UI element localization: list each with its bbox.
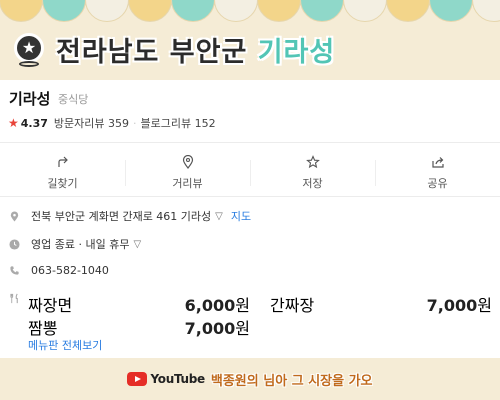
channel-name: 백종원의 님아 그 시장을 가오	[210, 373, 373, 389]
address-text: 전북 부안군 계화면 간재로 461 기라성	[31, 210, 212, 223]
scallop-circle	[171, 0, 215, 22]
place-card: 기라성 중식당 ★ 4.37 방문자리뷰 359 · 블로그리뷰 152 길찾기…	[0, 80, 500, 358]
chevron-down-icon[interactable]: ▽	[215, 211, 223, 222]
share-button[interactable]: 공유	[375, 150, 500, 196]
street-view-button[interactable]: 거리뷰	[125, 150, 250, 196]
phone-icon	[8, 264, 21, 277]
save-button[interactable]: 저장	[250, 150, 375, 196]
scallop-circle	[343, 0, 387, 22]
banner-title-region: 전라남도 부안군	[56, 37, 258, 68]
directions-label: 길찾기	[47, 177, 78, 190]
menu-item: 짬뽕 7,000원	[28, 315, 250, 339]
rating-row: ★ 4.37 방문자리뷰 359 · 블로그리뷰 152	[8, 115, 216, 131]
rating-value: 4.37	[20, 116, 48, 130]
menu-item: 짜장면 6,000원	[28, 292, 250, 316]
menu-item-price: 7,000	[426, 296, 478, 315]
blog-reviews-link[interactable]: 블로그리뷰 152	[141, 115, 216, 131]
directions-icon	[57, 156, 68, 167]
scallop-circle	[42, 0, 86, 22]
star-icon	[305, 155, 320, 169]
rating-star-icon: ★	[8, 116, 19, 130]
phone-row: 063-582-1040	[8, 264, 109, 277]
banner-title-restaurant: 기라성	[257, 37, 336, 68]
location-icon	[8, 210, 21, 223]
utensils-icon	[8, 292, 21, 305]
divider	[0, 142, 500, 143]
share-icon	[431, 157, 444, 168]
scallop-circle	[472, 0, 500, 22]
menu-item-name: 짜장면	[28, 296, 73, 315]
chevron-down-icon[interactable]: ▽	[133, 239, 141, 250]
youtube-wordmark: YouTube	[150, 372, 205, 386]
banner-title: 전라남도 부안군 기라성	[56, 30, 335, 69]
menu-item-price: 6,000	[184, 296, 236, 315]
youtube-logo: YouTube	[127, 372, 205, 386]
scallop-circle	[300, 0, 344, 22]
menu-item: 간짜장 7,000원	[270, 292, 492, 316]
scallop-circle	[386, 0, 430, 22]
banner-title-row: ★ 전라남도 부안군 기라성	[10, 30, 335, 69]
menu-item-name: 짬뽕	[28, 319, 58, 338]
separator: ·	[133, 116, 137, 130]
place-category: 중식당	[58, 93, 89, 106]
scallop-circle	[214, 0, 258, 22]
banner: ★ 전라남도 부안군 기라성	[0, 0, 500, 80]
hours-row: 영업 종료 · 내일 휴무 ▽	[8, 236, 141, 252]
menu-item-unit: 원	[235, 319, 250, 338]
street-view-label: 거리뷰	[172, 177, 203, 190]
menu-item-price: 7,000	[184, 319, 236, 338]
share-label: 공유	[427, 177, 448, 190]
visitor-reviews-link[interactable]: 방문자리뷰 359	[54, 115, 129, 131]
map-pin-star-icon: ★	[10, 31, 48, 69]
divider	[0, 196, 500, 197]
map-link[interactable]: 지도	[231, 208, 251, 224]
scallop-circle	[257, 0, 301, 22]
menu-item-name: 간짜장	[270, 296, 315, 315]
scallop-border	[0, 0, 500, 22]
phone-number[interactable]: 063-582-1040	[31, 264, 109, 277]
menu-item-unit: 원	[235, 296, 250, 315]
menu-item-unit: 원	[477, 296, 492, 315]
address-row: 전북 부안군 계화면 간재로 461 기라성 ▽ 지도	[8, 208, 251, 224]
directions-button[interactable]: 길찾기	[0, 150, 125, 196]
scallop-circle	[85, 0, 129, 22]
youtube-play-icon	[127, 372, 148, 386]
location-pin-icon	[182, 155, 193, 169]
save-label: 저장	[302, 177, 323, 190]
full-menu-link[interactable]: 메뉴판 전체보기	[28, 337, 102, 353]
scallop-circle	[128, 0, 172, 22]
action-bar: 길찾기 거리뷰 저장 공유	[0, 150, 500, 196]
clock-icon	[8, 238, 21, 251]
scallop-circle	[429, 0, 473, 22]
place-name[interactable]: 기라성	[9, 88, 50, 109]
scallop-circle	[0, 0, 43, 22]
business-status[interactable]: 영업 종료 · 내일 휴무	[31, 236, 129, 252]
footer-caption: YouTube 백종원의 님아 그 시장을 가오	[0, 358, 500, 400]
